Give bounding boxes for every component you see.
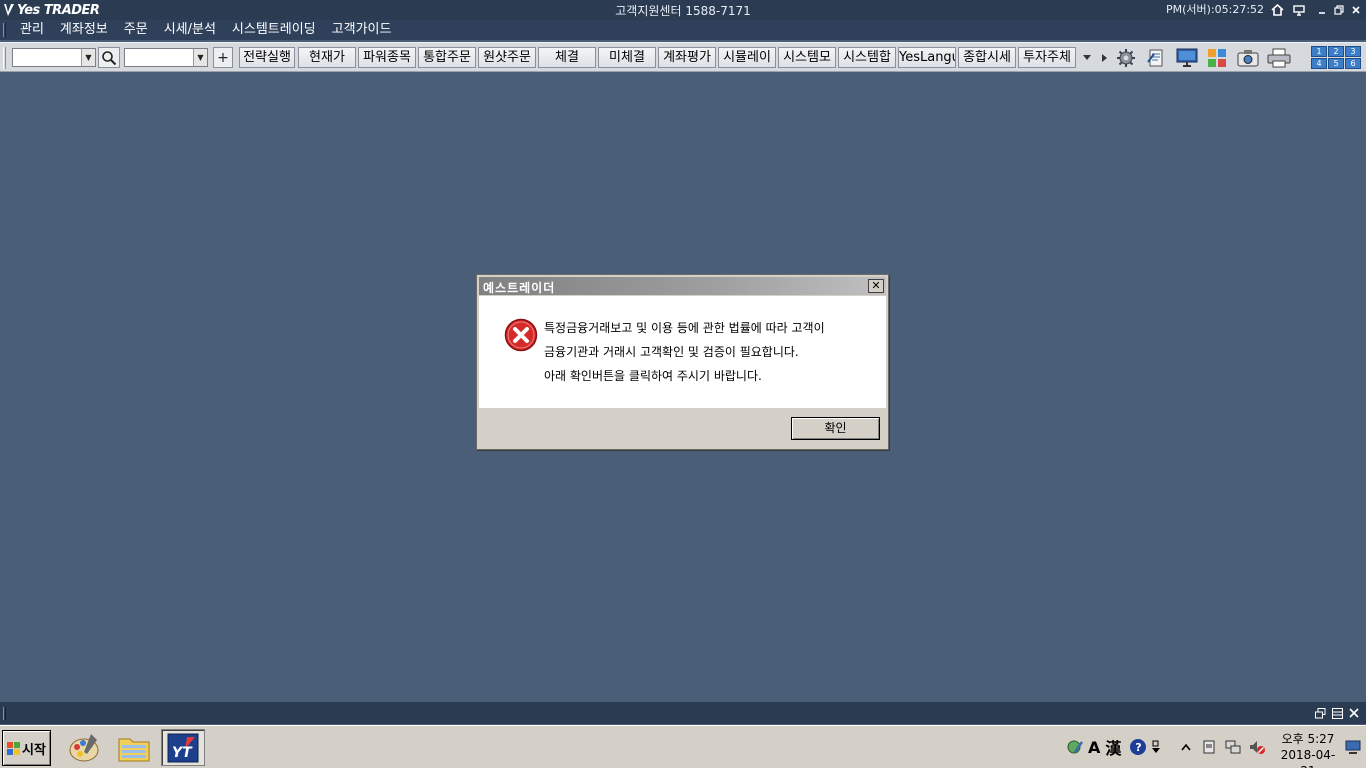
menu-bar: 관리 계좌정보 주문 시세/분석 시스템트레이딩 고객가이드	[0, 20, 1366, 40]
ime-hanja-mode[interactable]: 漢	[1105, 735, 1121, 759]
alert-dialog: 예스트레이더 ✕ 특정금융거래보고 및 이용 등에 관한 법률에 따라 고객이 …	[476, 274, 889, 450]
toolbar: ▼ ▼ + 전략실행 현재가 파워종목 통합주문 원샷주문 체결 미체결 계좌평…	[0, 42, 1366, 72]
error-icon	[504, 318, 538, 352]
screen-number-6[interactable]: 6	[1345, 58, 1361, 69]
menu-system-trading[interactable]: 시스템트레이딩	[224, 20, 324, 40]
camera-icon[interactable]	[1236, 47, 1260, 69]
stock-code-combo[interactable]: ▼	[12, 48, 96, 67]
chevron-down-icon[interactable]: ▼	[81, 49, 95, 66]
input-method-tray: A 漢 ?	[1066, 726, 1161, 768]
btn-oneshot-order[interactable]: 원샷주문	[478, 47, 536, 68]
status-grip	[3, 707, 6, 720]
btn-account-eval[interactable]: 계좌평가	[658, 47, 716, 68]
close-icon[interactable]	[1348, 2, 1364, 18]
message-line-3: 아래 확인버튼을 클릭하여 주시기 바랍니다.	[544, 369, 762, 383]
windows-logo-icon	[7, 741, 21, 755]
svg-text:YT: YT	[172, 745, 193, 761]
btn-simulation[interactable]: 시뮬레이	[718, 47, 776, 68]
menu-grip	[3, 23, 6, 37]
more-chevron-down-icon[interactable]	[1078, 47, 1096, 69]
ok-button[interactable]: 확인	[791, 417, 880, 440]
btn-integrated-order[interactable]: 통합주문	[418, 47, 476, 68]
add-button[interactable]: +	[213, 47, 233, 68]
btn-investor[interactable]: 투자주체	[1018, 47, 1076, 68]
dialog-title-bar[interactable]: 예스트레이더 ✕	[479, 277, 886, 295]
screen-icon[interactable]	[1175, 47, 1199, 69]
btn-strategy-run[interactable]: 전략실행	[239, 47, 295, 68]
start-button[interactable]: 시작	[2, 730, 51, 766]
toolbar-grip	[3, 47, 6, 69]
desktop-peek	[1345, 726, 1361, 768]
stock-name-combo[interactable]: ▼	[124, 48, 208, 67]
taskbar-clock[interactable]: 오후 5:27 2018-04-21	[1276, 731, 1340, 768]
chevron-right-icon[interactable]	[1098, 47, 1110, 69]
btn-total-quote[interactable]: 종합시세	[958, 47, 1016, 68]
support-center-title: 고객지원센터 1588-7171	[615, 4, 751, 18]
ime-options-icon[interactable]	[1152, 740, 1161, 754]
screen-number-3[interactable]: 3	[1345, 46, 1361, 57]
minimize-icon[interactable]	[1314, 2, 1330, 18]
btn-executions[interactable]: 체결	[538, 47, 596, 68]
menu-order[interactable]: 주문	[116, 20, 156, 40]
layout-grid-icon[interactable]	[1205, 47, 1229, 69]
start-label: 시작	[22, 742, 46, 758]
message-line-2: 금융기관과 거래시 고객확인 및 검증이 필요합니다.	[544, 345, 799, 359]
printer-icon[interactable]	[1267, 47, 1291, 69]
btn-unfilled[interactable]: 미체결	[598, 47, 656, 68]
server-time: PM(서버):05:27:52	[1166, 3, 1265, 16]
dialog-body: 특정금융거래보고 및 이용 등에 관한 법률에 따라 고객이 금융기관과 거래시…	[479, 296, 886, 408]
device-icon[interactable]	[1200, 738, 1218, 756]
gear-icon[interactable]	[1114, 47, 1138, 69]
screen-number-grid: 1 2 3 4 5 6	[1311, 46, 1361, 70]
search-icon	[102, 50, 117, 65]
ime-alpha-mode[interactable]: A	[1088, 738, 1100, 757]
show-hidden-icons-chevron-up-icon[interactable]	[1180, 742, 1192, 752]
speaker-muted-icon[interactable]	[1248, 738, 1266, 756]
btn-power-stocks[interactable]: 파워종목	[358, 47, 416, 68]
clock-date: 2018-04-21	[1280, 748, 1336, 768]
tile-windows-icon[interactable]	[1331, 707, 1343, 719]
screen-number-2[interactable]: 2	[1328, 46, 1344, 57]
language-globe-icon[interactable]	[1066, 738, 1084, 756]
title-bar: Yes TRADER 고객지원센터 1588-7171 PM(서버):05:27…	[0, 0, 1366, 20]
status-strip	[0, 702, 1366, 724]
dialog-close-button[interactable]: ✕	[868, 279, 884, 293]
btn-yeslanguage[interactable]: YesLangu	[898, 47, 956, 68]
paint-app-icon[interactable]	[62, 729, 106, 766]
screen-number-4[interactable]: 4	[1311, 58, 1327, 69]
taskbar: 시작 YT A 漢 ? 오후 5:27 2018-04-21	[0, 725, 1366, 768]
search-button[interactable]	[98, 47, 120, 68]
restore-icon[interactable]	[1331, 2, 1347, 18]
network-icon[interactable]	[1224, 738, 1242, 756]
chevron-down-icon[interactable]: ▼	[193, 49, 207, 66]
monitor-icon[interactable]	[1291, 2, 1307, 18]
home-icon[interactable]	[1269, 2, 1285, 18]
screen-number-5[interactable]: 5	[1328, 58, 1344, 69]
btn-current-price[interactable]: 현재가	[298, 47, 356, 68]
menu-quote-analysis[interactable]: 시세/분석	[156, 20, 224, 40]
btn-system-combo[interactable]: 시스템합	[838, 47, 896, 68]
message-line-1: 특정금융거래보고 및 이용 등에 관한 법률에 따라 고객이	[544, 321, 825, 335]
menu-manage[interactable]: 관리	[12, 20, 52, 40]
yestrader-app-icon[interactable]: YT	[161, 729, 205, 766]
memo-icon[interactable]	[1144, 47, 1168, 69]
screen-number-1[interactable]: 1	[1311, 46, 1327, 57]
clock-time: 오후 5:27	[1281, 732, 1335, 746]
explorer-folder-icon[interactable]	[112, 729, 156, 766]
cascade-windows-icon[interactable]	[1314, 707, 1326, 719]
show-desktop-icon[interactable]	[1345, 740, 1361, 754]
menu-account-info[interactable]: 계좌정보	[52, 20, 116, 40]
help-icon[interactable]: ?	[1130, 739, 1147, 755]
btn-system-model[interactable]: 시스템모	[778, 47, 836, 68]
close-all-icon[interactable]	[1348, 707, 1360, 719]
dialog-message: 특정금융거래보고 및 이용 등에 관한 법률에 따라 고객이 금융기관과 거래시…	[544, 316, 825, 388]
system-tray	[1180, 726, 1266, 768]
menu-customer-guide[interactable]: 고객가이드	[324, 20, 400, 40]
dialog-title: 예스트레이더	[483, 281, 556, 295]
